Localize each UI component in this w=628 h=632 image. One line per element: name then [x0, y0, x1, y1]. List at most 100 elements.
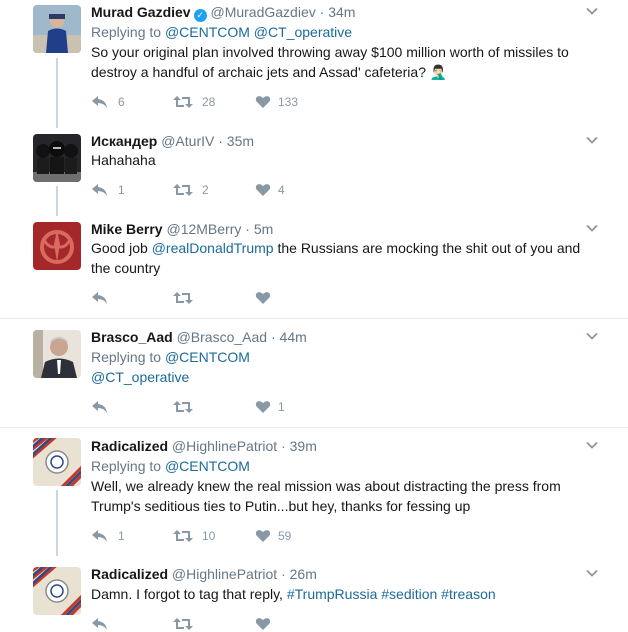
- avatar[interactable]: [33, 438, 81, 486]
- avatar[interactable]: [33, 134, 81, 182]
- retweet-icon: [173, 292, 193, 304]
- caret-down-icon[interactable]: [586, 134, 598, 146]
- separator-dot: ·: [281, 438, 286, 454]
- replying-to: Replying to @CENTCOM: [91, 347, 250, 367]
- reply-count: 1: [118, 529, 125, 543]
- tweet-actions: [91, 290, 331, 306]
- replying-to-label: Replying to: [91, 458, 162, 474]
- reply-count: 6: [118, 95, 125, 109]
- tweet-actions: 1 2 4: [91, 182, 331, 198]
- retweet-button[interactable]: 28: [173, 94, 223, 110]
- caret-down-icon[interactable]: [586, 439, 598, 451]
- user-handle[interactable]: @12MBerry: [166, 221, 241, 237]
- tweet-2[interactable]: Искандер @AturIV · 35m Hahahaha 1 2 4: [0, 126, 628, 216]
- hashtag-links[interactable]: #TrumpRussia #sedition #treason: [287, 586, 496, 602]
- tweet-actions: 1 10 59: [91, 528, 331, 544]
- caret-down-icon[interactable]: [586, 567, 598, 579]
- replying-to-link[interactable]: @CENTCOM: [165, 349, 250, 365]
- like-icon: [255, 530, 271, 542]
- like-icon: [255, 96, 271, 108]
- display-name[interactable]: Brasco_Aad: [91, 329, 173, 345]
- caret-down-icon[interactable]: [586, 330, 598, 342]
- tweet-text[interactable]: @CT_operative: [91, 367, 189, 387]
- user-handle[interactable]: @HighlinePatriot: [172, 566, 277, 582]
- retweet-button[interactable]: 10: [173, 528, 223, 544]
- reply-button[interactable]: [91, 399, 131, 415]
- like-button[interactable]: 1: [255, 399, 305, 415]
- like-button[interactable]: [255, 290, 305, 306]
- timestamp[interactable]: 44m: [280, 329, 307, 345]
- retweet-count: 10: [202, 529, 216, 543]
- user-handle[interactable]: @Brasco_Aad: [177, 329, 267, 345]
- display-name[interactable]: Mike Berry: [91, 221, 163, 237]
- like-icon: [255, 618, 271, 630]
- avatar[interactable]: [33, 222, 81, 270]
- tweet-header: Mike Berry @12MBerry · 5m: [91, 220, 273, 238]
- like-button[interactable]: 133: [255, 94, 305, 110]
- timestamp[interactable]: 39m: [290, 438, 317, 454]
- user-handle[interactable]: @HighlinePatriot: [172, 438, 277, 454]
- timestamp[interactable]: 5m: [254, 221, 273, 237]
- like-icon: [255, 292, 271, 304]
- tweet-text: Well, we already knew the real mission w…: [91, 478, 561, 494]
- retweet-button[interactable]: [173, 399, 223, 415]
- thread-line: [56, 490, 58, 556]
- mention-link[interactable]: @realDonaldTrump: [152, 240, 274, 256]
- reply-icon: [92, 530, 107, 542]
- retweet-icon: [173, 184, 193, 196]
- retweet-button[interactable]: [173, 290, 223, 306]
- reply-icon: [92, 292, 107, 304]
- tweet-actions: [91, 616, 331, 632]
- avatar[interactable]: [33, 330, 81, 378]
- tweet-1[interactable]: Murad Gazdiev ✓ @MuradGazdiev · 34m Reply…: [0, 0, 628, 128]
- user-handle[interactable]: @AturIV: [161, 133, 214, 149]
- retweet-count: 2: [202, 183, 209, 197]
- reply-button[interactable]: 1: [91, 528, 131, 544]
- separator-dot: ·: [281, 566, 286, 582]
- like-button[interactable]: 59: [255, 528, 305, 544]
- retweet-button[interactable]: 2: [173, 182, 223, 198]
- reply-icon: [92, 184, 107, 196]
- like-icon: [255, 401, 271, 413]
- avatar[interactable]: [33, 5, 81, 53]
- caret-down-icon[interactable]: [586, 5, 598, 17]
- tweet-text: Good job @realDonaldTrump the Russians a…: [91, 238, 580, 258]
- separator-dot: ·: [218, 133, 223, 149]
- tweet-6[interactable]: Radicalized @HighlinePatriot · 26m Damn.…: [0, 554, 628, 630]
- replying-to-link[interactable]: @CENTCOM: [165, 458, 250, 474]
- tweet-5[interactable]: Radicalized @HighlinePatriot · 39m Reply…: [0, 428, 628, 556]
- tweet-header: Brasco_Aad @Brasco_Aad · 44m: [91, 328, 307, 346]
- separator-dot: ·: [270, 329, 276, 345]
- reply-button[interactable]: [91, 616, 131, 632]
- separator-dot: ·: [245, 221, 250, 237]
- caret-down-icon[interactable]: [586, 222, 598, 234]
- display-name[interactable]: Radicalized: [91, 566, 168, 582]
- tweet-header: Radicalized @HighlinePatriot · 26m: [91, 565, 317, 583]
- replying-to-link[interactable]: @CENTCOM @CT_operative: [165, 24, 352, 40]
- tweet-actions: 1: [91, 399, 331, 415]
- text-segment: the Russians are mocking the shit out of…: [273, 240, 581, 256]
- tweet-3[interactable]: Mike Berry @12MBerry · 5m Good job @real…: [0, 214, 628, 318]
- tweet-text: Damn. I forgot to tag that reply, #Trump…: [91, 584, 496, 604]
- separator-dot: ·: [319, 4, 325, 20]
- timestamp[interactable]: 26m: [290, 566, 317, 582]
- timestamp[interactable]: 35m: [227, 133, 254, 149]
- reply-button[interactable]: 6: [91, 94, 131, 110]
- tweet-text: the country: [91, 260, 161, 276]
- avatar[interactable]: [33, 567, 81, 615]
- like-count: 133: [278, 95, 299, 109]
- reply-button[interactable]: [91, 290, 131, 306]
- retweet-icon: [173, 96, 193, 108]
- user-handle[interactable]: @MuradGazdiev: [210, 4, 315, 20]
- timestamp[interactable]: 34m: [328, 4, 355, 20]
- tweet-4[interactable]: Brasco_Aad @Brasco_Aad · 44m Replying to…: [0, 319, 628, 427]
- reply-button[interactable]: 1: [91, 182, 131, 198]
- display-name[interactable]: Murad Gazdiev: [91, 4, 191, 20]
- text-segment: Damn. I forgot to tag that reply,: [91, 586, 287, 602]
- retweet-button[interactable]: [173, 616, 223, 632]
- like-button[interactable]: [255, 616, 305, 632]
- display-name[interactable]: Radicalized: [91, 438, 168, 454]
- display-name[interactable]: Искандер: [91, 133, 157, 149]
- like-button[interactable]: 4: [255, 182, 305, 198]
- tweet-text: destroy a handful of archaic jets and As…: [91, 64, 448, 80]
